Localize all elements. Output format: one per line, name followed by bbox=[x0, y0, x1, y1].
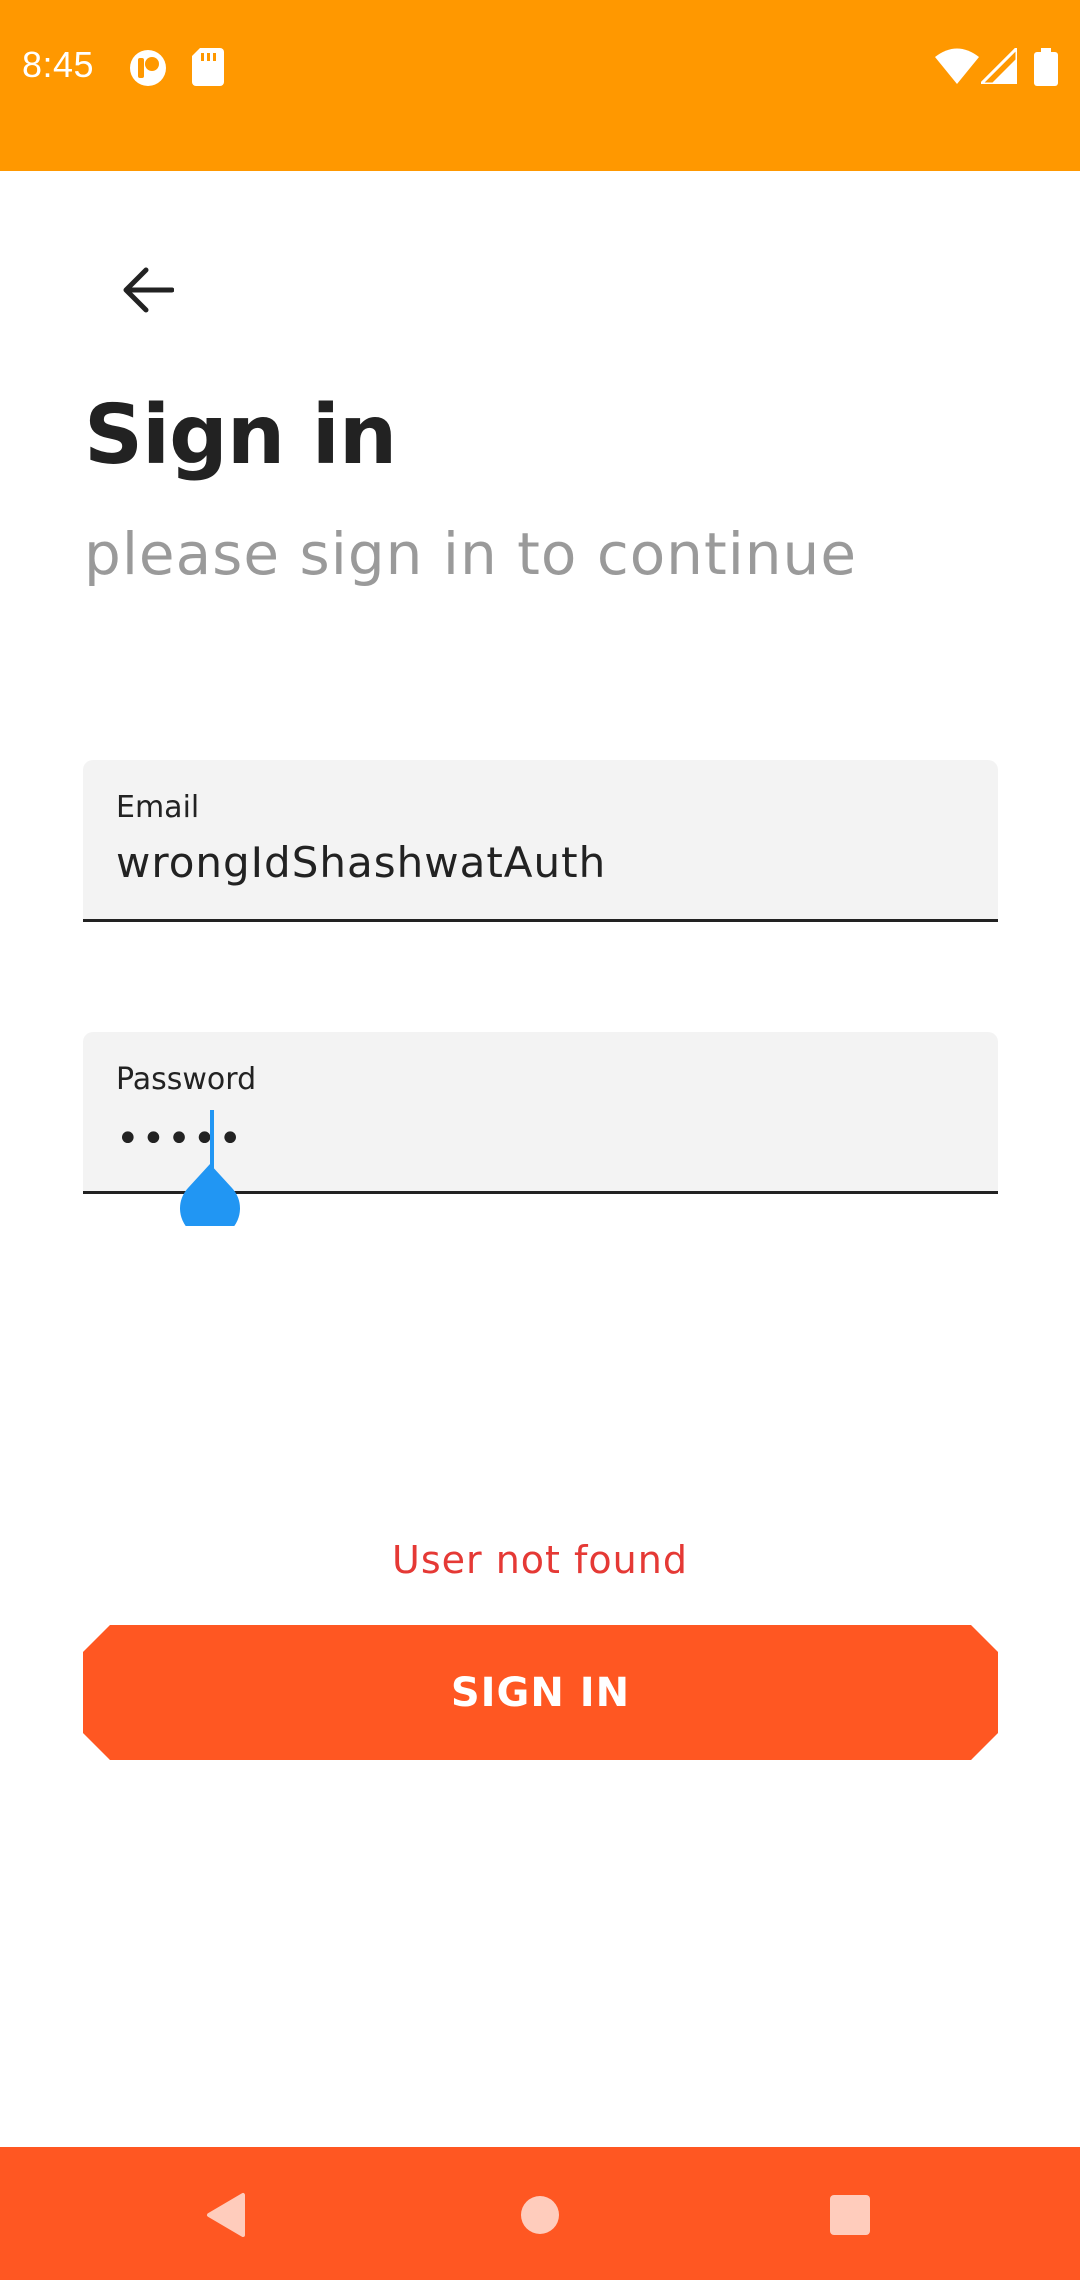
back-triangle-icon bbox=[203, 2191, 247, 2243]
sign-in-button-label: SIGN IN bbox=[450, 1669, 631, 1716]
email-label: Email bbox=[116, 790, 200, 825]
email-value: wrongIdShashwatAuth bbox=[116, 838, 607, 887]
back-button[interactable] bbox=[108, 252, 188, 332]
nav-recents-button[interactable] bbox=[800, 2167, 900, 2267]
cursor-handle-icon[interactable] bbox=[178, 1162, 242, 1239]
nav-back-button[interactable] bbox=[175, 2167, 275, 2267]
nav-home-button[interactable] bbox=[490, 2167, 590, 2267]
status-bar: 8:45 bbox=[0, 0, 1080, 171]
page-subtitle: please sign in to continue bbox=[84, 520, 858, 588]
error-message: User not found bbox=[392, 1538, 688, 1582]
sd-card-icon bbox=[192, 48, 224, 90]
page-title: Sign in bbox=[84, 388, 397, 483]
home-circle-icon bbox=[519, 2194, 561, 2240]
arrow-left-icon bbox=[122, 266, 175, 318]
password-field[interactable]: Password ••••• bbox=[83, 1032, 998, 1239]
password-value: ••••• bbox=[116, 1116, 244, 1162]
status-time: 8:45 bbox=[22, 44, 95, 85]
battery-icon bbox=[1034, 48, 1058, 90]
wifi-icon bbox=[935, 48, 979, 88]
sign-in-button[interactable]: SIGN IN bbox=[83, 1625, 998, 1760]
cell-signal-icon bbox=[977, 44, 1019, 88]
password-label: Password bbox=[116, 1062, 257, 1097]
email-field[interactable]: Email wrongIdShashwatAuth bbox=[83, 760, 998, 922]
navigation-bar bbox=[0, 2147, 1080, 2280]
recents-square-icon bbox=[829, 2194, 871, 2240]
app-notification-icon bbox=[128, 48, 168, 92]
